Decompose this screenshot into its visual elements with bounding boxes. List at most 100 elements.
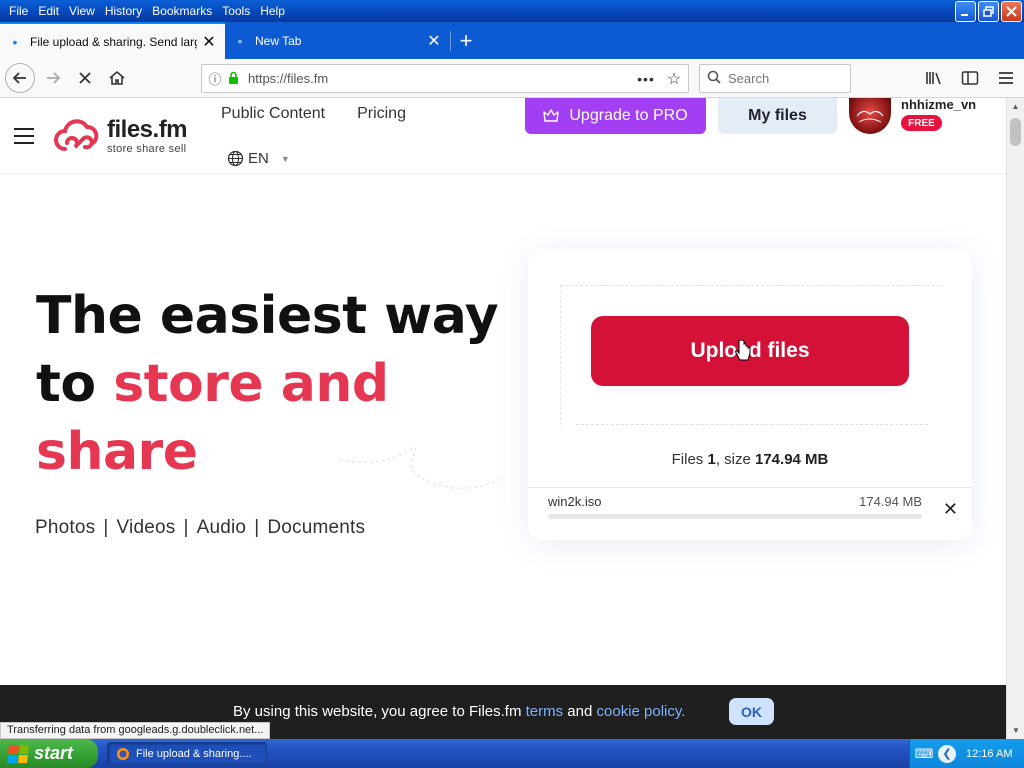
main-menu-button[interactable] bbox=[988, 63, 1024, 93]
loading-dot-icon: • bbox=[237, 32, 243, 49]
hamburger-line bbox=[14, 128, 34, 130]
drop-area-border bbox=[576, 424, 928, 425]
files-fm-logo[interactable]: files.fm store share sell bbox=[53, 116, 188, 156]
hamburger-line bbox=[14, 142, 34, 144]
close-tab-icon[interactable]: ✕ bbox=[201, 32, 217, 52]
hamburger-menu-icon bbox=[999, 72, 1013, 84]
plan-badge: FREE bbox=[901, 115, 942, 131]
search-placeholder: Search bbox=[728, 71, 770, 86]
address-bar[interactable]: ⓘ https://files.fm ••• ☆ bbox=[201, 64, 689, 93]
toolbar-right bbox=[916, 63, 1024, 93]
stop-icon bbox=[79, 72, 91, 84]
forward-arrow-icon bbox=[47, 72, 61, 84]
crown-icon bbox=[543, 109, 560, 122]
menu-view[interactable]: View bbox=[64, 4, 100, 18]
hamburger-line bbox=[14, 135, 34, 137]
hero-line-2-plain: to bbox=[36, 354, 114, 414]
upgrade-pro-button[interactable]: Upgrade to PRO bbox=[525, 98, 706, 134]
windows-taskbar: start File upload & sharing.... ⌨ ❮ 12:1… bbox=[0, 739, 1024, 768]
tab-strip: • File upload & sharing. Send large p ✕ … bbox=[0, 22, 1024, 59]
library-button[interactable] bbox=[916, 63, 952, 93]
logo-text: files.fm store share sell bbox=[107, 116, 188, 156]
avatar[interactable] bbox=[849, 98, 891, 134]
my-files-button[interactable]: My files bbox=[718, 98, 837, 134]
language-code: EN bbox=[248, 150, 269, 167]
chevron-left-icon[interactable]: ❮ bbox=[938, 744, 956, 763]
firefox-icon bbox=[117, 747, 129, 760]
site-nav: Public Content Pricing bbox=[221, 105, 406, 123]
start-label: start bbox=[34, 743, 74, 763]
username[interactable]: nhhizme_vn bbox=[901, 97, 976, 112]
start-button[interactable]: start bbox=[0, 739, 98, 768]
category-separator: | bbox=[183, 517, 189, 538]
category-documents: Documents bbox=[267, 517, 366, 538]
scroll-up-icon[interactable]: ▲ bbox=[1007, 98, 1024, 115]
search-box[interactable]: Search bbox=[699, 64, 851, 93]
summary-count: 1 bbox=[707, 451, 716, 468]
home-button[interactable] bbox=[101, 62, 133, 94]
category-separator: | bbox=[254, 517, 260, 538]
site-header: files.fm store share sell Public Content… bbox=[0, 97, 1006, 174]
decorative-curve bbox=[339, 447, 503, 489]
url-text[interactable]: https://files.fm bbox=[244, 71, 632, 86]
summary-size: 174.94 MB bbox=[755, 451, 829, 468]
file-size: 174.94 MB bbox=[859, 494, 922, 509]
restore-button[interactable] bbox=[978, 1, 999, 22]
scroll-thumb[interactable] bbox=[1010, 118, 1021, 146]
files-summary: Files 1, size 174.94 MB bbox=[528, 451, 972, 468]
nav-pricing[interactable]: Pricing bbox=[357, 105, 406, 123]
menu-items: File Edit View History Bookmarks Tools H… bbox=[0, 4, 290, 18]
scroll-down-icon[interactable]: ▼ bbox=[1007, 722, 1024, 739]
stop-button[interactable] bbox=[69, 62, 101, 94]
close-window-button[interactable] bbox=[1001, 1, 1022, 22]
sidebar-button[interactable] bbox=[952, 63, 988, 93]
tab-files-fm[interactable]: • File upload & sharing. Send large p ✕ bbox=[0, 22, 225, 59]
menu-help[interactable]: Help bbox=[255, 4, 290, 18]
minimize-button[interactable] bbox=[955, 1, 976, 22]
logo-name: files.fm bbox=[107, 116, 188, 143]
file-progress-bar bbox=[548, 514, 922, 519]
hero-line-2-accent: store and bbox=[113, 354, 389, 414]
category-separator: | bbox=[103, 517, 109, 538]
back-button[interactable] bbox=[5, 63, 35, 93]
menu-edit[interactable]: Edit bbox=[33, 4, 64, 18]
menu-bookmarks[interactable]: Bookmarks bbox=[147, 4, 217, 18]
tab-new-tab[interactable]: • New Tab ✕ bbox=[225, 22, 450, 59]
cookie-ok-label: OK bbox=[741, 703, 762, 720]
my-files-label: My files bbox=[748, 107, 807, 124]
nav-public-content[interactable]: Public Content bbox=[221, 105, 325, 123]
category-audio: Audio bbox=[196, 517, 247, 538]
menu-tools[interactable]: Tools bbox=[217, 4, 255, 18]
globe-icon bbox=[227, 150, 244, 167]
new-tab-button[interactable]: + bbox=[451, 22, 481, 59]
page-actions-icon[interactable]: ••• bbox=[632, 71, 660, 87]
taskbar-item-firefox[interactable]: File upload & sharing.... bbox=[107, 742, 267, 765]
terms-link[interactable]: terms bbox=[526, 703, 564, 720]
cookie-text-before: By using this website, you agree to File… bbox=[233, 703, 526, 720]
site-menu-button[interactable] bbox=[14, 128, 34, 144]
search-icon bbox=[700, 70, 728, 87]
menu-history[interactable]: History bbox=[100, 4, 147, 18]
cookie-message: By using this website, you agree to File… bbox=[233, 703, 685, 720]
minimize-icon bbox=[961, 14, 968, 16]
menu-file[interactable]: File bbox=[4, 4, 33, 18]
hero-line-2: to store and bbox=[36, 350, 516, 418]
cookie-ok-button[interactable]: OK bbox=[729, 698, 774, 725]
loading-dot-icon: • bbox=[12, 33, 18, 50]
keyboard-icon[interactable]: ⌨ bbox=[914, 746, 934, 762]
bookmark-star-icon[interactable]: ☆ bbox=[660, 69, 688, 89]
site-info-icon[interactable]: ⓘ bbox=[202, 69, 228, 88]
file-row-divider bbox=[528, 487, 972, 488]
remove-file-icon[interactable]: ✕ bbox=[943, 499, 958, 520]
close-tab-icon[interactable]: ✕ bbox=[426, 31, 442, 51]
page-scrollbar[interactable]: ▲ ▼ bbox=[1006, 98, 1024, 739]
forward-button[interactable] bbox=[37, 62, 69, 94]
summary-prefix: Files bbox=[671, 451, 708, 468]
windows-logo-icon bbox=[7, 744, 29, 763]
browser-status-text: Transferring data from googleads.g.doubl… bbox=[0, 722, 271, 739]
clock[interactable]: 12:16 AM bbox=[966, 748, 1012, 760]
logo-tagline: store share sell bbox=[107, 143, 187, 155]
menu-bar: File Edit View History Bookmarks Tools H… bbox=[0, 0, 1024, 22]
cookie-policy-link[interactable]: cookie policy. bbox=[597, 703, 686, 720]
language-selector[interactable]: EN ▼ bbox=[227, 150, 290, 167]
